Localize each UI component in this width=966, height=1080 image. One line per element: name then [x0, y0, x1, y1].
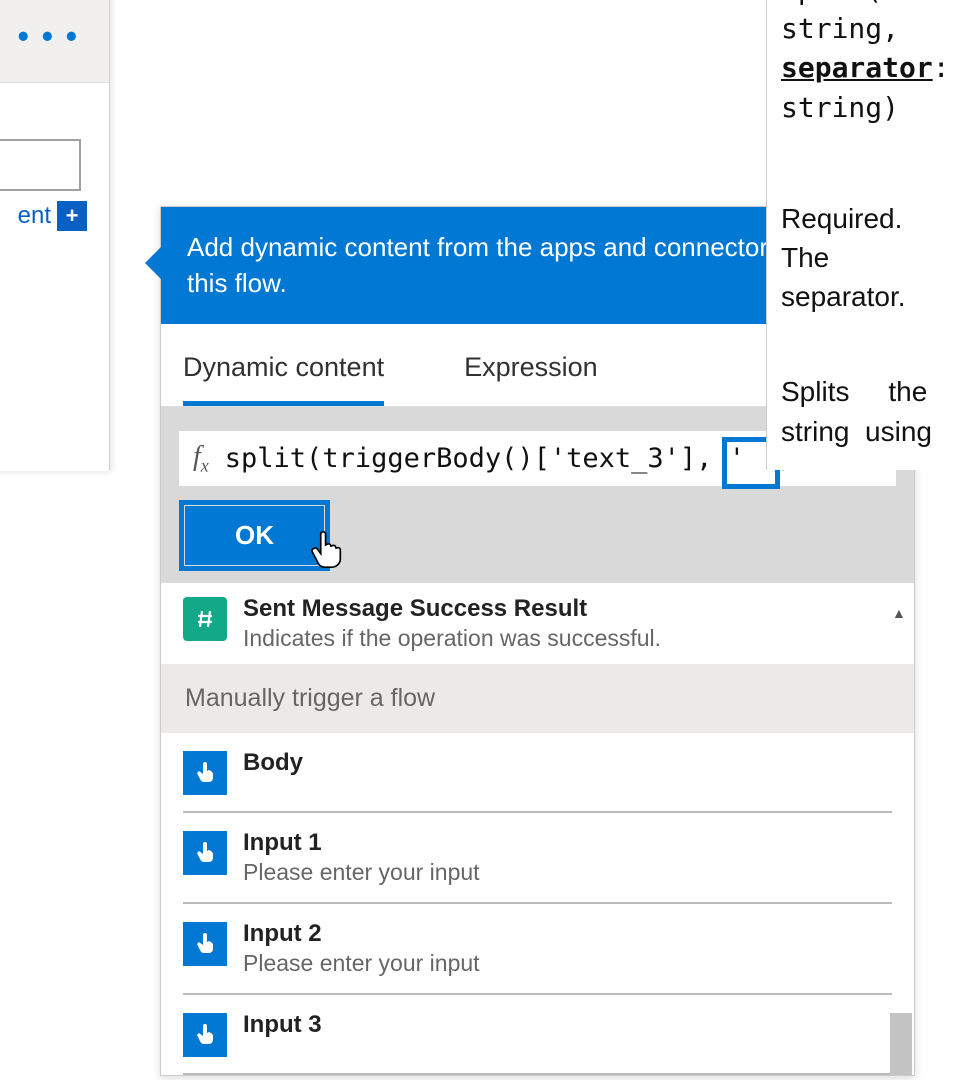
- tab-expression[interactable]: Expression: [464, 352, 598, 406]
- scroll-up-icon[interactable]: ▲: [892, 605, 908, 621]
- result-text: Input 1 Please enter your input: [243, 829, 480, 886]
- trigger-items: Body Input 1 Please enter your input Inp…: [161, 733, 914, 1075]
- result-desc: Indicates if the operation was successfu…: [243, 625, 661, 652]
- tooltip-required: Required. The separator.: [781, 199, 952, 317]
- action-card-partial: • • • ent +: [0, 0, 110, 470]
- plus-icon[interactable]: +: [57, 201, 87, 231]
- ok-button[interactable]: OK: [185, 506, 324, 565]
- result-title: Body: [243, 749, 303, 777]
- fx-icon: fx: [193, 441, 209, 477]
- more-icon[interactable]: • • •: [18, 18, 79, 55]
- result-sent-message[interactable]: Sent Message Success Result Indicates if…: [161, 583, 914, 664]
- result-text: Input 3: [243, 1011, 322, 1039]
- tooltip-description: Splits thestring using: [781, 372, 952, 450]
- tap-icon: [183, 922, 227, 966]
- action-card-header: • • •: [0, 0, 109, 83]
- add-dynamic-content-link[interactable]: ent +: [0, 201, 87, 231]
- tab-dynamic-content[interactable]: Dynamic content: [183, 352, 384, 406]
- hash-icon: [183, 597, 227, 641]
- result-desc: Please enter your input: [243, 859, 480, 886]
- results-list: Sent Message Success Result Indicates if…: [161, 583, 914, 1075]
- result-text: Body: [243, 749, 303, 777]
- result-input-1[interactable]: Input 1 Please enter your input: [183, 813, 892, 904]
- result-title: Input 2: [243, 920, 480, 948]
- tap-icon: [183, 1013, 227, 1057]
- expression-text: split(triggerBody()['text_3'], ' '): [225, 443, 794, 474]
- result-desc: Please enter your input: [243, 950, 480, 977]
- result-body[interactable]: Body: [183, 733, 892, 813]
- result-title: Input 3: [243, 1011, 322, 1039]
- section-header-trigger: Manually trigger a flow: [161, 664, 914, 733]
- action-card-body: ent +: [0, 83, 109, 471]
- result-input-3[interactable]: Input 3: [183, 995, 892, 1075]
- tooltip-signature: split(text: string, split(text: string, …: [781, 0, 952, 127]
- tooltip-sig-param: separator: [781, 51, 933, 84]
- result-input-2[interactable]: Input 2 Please enter your input: [183, 904, 892, 995]
- tap-icon: [183, 751, 227, 795]
- result-title: Sent Message Success Result: [243, 595, 661, 623]
- scrollbar-thumb[interactable]: [890, 1013, 912, 1075]
- result-title: Input 1: [243, 829, 480, 857]
- pointer-cursor-icon: [308, 530, 344, 570]
- tap-icon: [183, 831, 227, 875]
- field-input[interactable]: [0, 139, 81, 191]
- function-tooltip: split(text: string, split(text: string, …: [766, 0, 966, 470]
- add-dynamic-content-label: ent: [18, 202, 51, 230]
- result-text: Input 2 Please enter your input: [243, 920, 480, 977]
- result-text: Sent Message Success Result Indicates if…: [243, 595, 661, 652]
